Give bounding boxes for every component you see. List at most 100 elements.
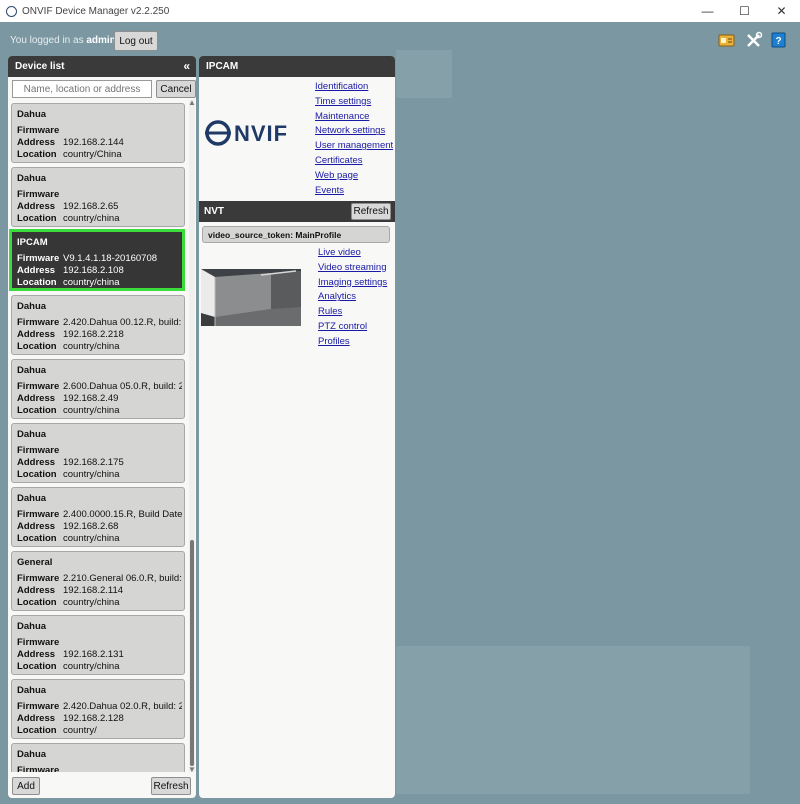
address-label: Address (17, 457, 56, 468)
device-list[interactable]: Dahua Firmware Address 192.168.2.144 Loca… (8, 100, 188, 772)
device-name: Dahua (17, 173, 47, 184)
nvt-header: NVT Refresh (199, 201, 395, 222)
title-bar: ONVIF Device Manager v2.2.250 — ☐ ✕ (0, 0, 800, 22)
link-video-streaming[interactable]: Video streaming (318, 261, 387, 276)
nvt-refresh-button[interactable]: Refresh (351, 203, 391, 220)
address-label: Address (17, 265, 56, 276)
scroll-down-arrow-icon[interactable]: ▼ (188, 765, 196, 774)
device-firmware: V9.1.4.1.18-20160708 (63, 253, 158, 264)
add-device-button[interactable]: Add (12, 777, 40, 795)
device-card[interactable]: Dahua Firmware Address 192.168.2.65 Locat… (11, 167, 185, 227)
firmware-label: Firmware (17, 125, 60, 136)
link-rules[interactable]: Rules (318, 305, 387, 320)
link-live-video[interactable]: Live video (318, 246, 387, 261)
collapse-double-chevron-icon[interactable]: « (183, 59, 190, 73)
user-card-icon[interactable] (718, 31, 736, 49)
nvt-title: NVT (204, 206, 224, 217)
location-label: Location (17, 725, 57, 736)
link-profiles[interactable]: Profiles (318, 335, 387, 350)
device-location: country/china (63, 277, 120, 288)
device-card[interactable]: Dahua Firmware (11, 743, 185, 772)
device-location: country/china (63, 213, 120, 224)
address-label: Address (17, 137, 56, 148)
tools-icon[interactable] (745, 31, 763, 49)
device-address: 192.168.2.68 (63, 521, 119, 532)
device-name: Dahua (17, 109, 47, 120)
device-name: Dahua (17, 365, 47, 376)
location-label: Location (17, 341, 57, 352)
video-source-token[interactable]: video_source_token: MainProfile (202, 226, 390, 243)
login-prefix: You logged in as (10, 35, 84, 46)
link-ptz-control[interactable]: PTZ control (318, 320, 387, 335)
device-firmware: 2.400.0000.15.R, Build Date 2 (63, 509, 182, 520)
close-button[interactable]: ✕ (763, 0, 800, 22)
link-imaging-settings[interactable]: Imaging settings (318, 276, 387, 291)
link-identification[interactable]: Identification (315, 80, 393, 95)
device-card[interactable]: Dahua Firmware Address 192.168.2.131 Loca… (11, 615, 185, 675)
link-time-settings[interactable]: Time settings (315, 95, 393, 110)
device-firmware: 2.420.Dahua 00.12.R, build: 2 (63, 317, 182, 328)
device-detail-title: IPCAM (206, 61, 239, 72)
minimize-button[interactable]: — (689, 0, 726, 22)
device-card[interactable]: Dahua Firmware 2.420.Dahua 00.12.R, build… (11, 295, 185, 355)
location-label: Location (17, 533, 57, 544)
device-card[interactable]: Dahua Firmware 2.400.0000.15.R, Build Dat… (11, 487, 185, 547)
video-preview-thumbnail[interactable] (201, 269, 301, 326)
maximize-button[interactable]: ☐ (726, 0, 763, 22)
device-address: 192.168.2.128 (63, 713, 124, 724)
device-name: Dahua (17, 749, 47, 760)
device-firmware: 2.420.Dahua 02.0.R, build: 20 (63, 701, 182, 712)
device-card[interactable]: Dahua Firmware Address 192.168.2.144 Loca… (11, 103, 185, 163)
device-card[interactable]: Dahua Firmware 2.600.Dahua 05.0.R, build:… (11, 359, 185, 419)
login-user: admin (86, 35, 116, 46)
link-user-management[interactable]: User management (315, 139, 393, 154)
device-location: country/ (63, 725, 97, 736)
device-search-input[interactable] (12, 80, 152, 98)
scroll-up-arrow-icon[interactable]: ▲ (188, 98, 196, 107)
firmware-label: Firmware (17, 445, 60, 456)
address-label: Address (17, 521, 56, 532)
firmware-label: Firmware (17, 637, 60, 648)
logout-button[interactable]: Log out (114, 31, 158, 51)
device-card[interactable]: Dahua Firmware Address 192.168.2.175 Loca… (11, 423, 185, 483)
device-address: 192.168.2.218 (63, 329, 124, 340)
cancel-search-button[interactable]: Cancel (156, 80, 196, 98)
firmware-label: Firmware (17, 317, 60, 328)
address-label: Address (17, 393, 56, 404)
device-detail-panel: IPCAM NVIF Identification Time settings … (199, 56, 395, 798)
device-location: country/china (63, 405, 120, 416)
link-certificates[interactable]: Certificates (315, 154, 393, 169)
background-block (396, 50, 452, 98)
device-name: Dahua (17, 429, 47, 440)
link-web-page[interactable]: Web page (315, 169, 393, 184)
device-location: country/china (63, 597, 120, 608)
device-card[interactable]: Dahua Firmware 2.420.Dahua 02.0.R, build:… (11, 679, 185, 739)
device-name: Dahua (17, 621, 47, 632)
link-events[interactable]: Events (315, 184, 393, 199)
search-row: Cancel (12, 80, 196, 98)
refresh-device-list-button[interactable]: Refresh (151, 777, 191, 795)
help-book-icon[interactable]: ? (770, 31, 788, 49)
link-network-settings[interactable]: Network settings (315, 124, 393, 139)
device-list-scrollbar[interactable]: ▲ ▼ (188, 98, 196, 774)
device-list-panel: Device list « Cancel Dahua Firmware Addr… (8, 56, 196, 798)
address-label: Address (17, 649, 56, 660)
firmware-label: Firmware (17, 701, 60, 712)
link-maintenance[interactable]: Maintenance (315, 110, 393, 125)
link-analytics[interactable]: Analytics (318, 290, 387, 305)
location-label: Location (17, 661, 57, 672)
device-location: country/china (63, 661, 120, 672)
device-card[interactable]: General Firmware 2.210.General 06.0.R, bu… (11, 551, 185, 611)
device-card-selected[interactable]: IPCAM Firmware V9.1.4.1.18-20160708 Addre… (11, 231, 185, 291)
background-block (396, 646, 750, 794)
device-name: Dahua (17, 685, 47, 696)
device-address: 192.168.2.108 (63, 265, 124, 276)
scroll-thumb[interactable] (190, 540, 194, 766)
location-label: Location (17, 469, 57, 480)
device-firmware: 2.210.General 06.0.R, build: 2 (63, 573, 182, 584)
device-list-title: Device list (15, 61, 65, 72)
device-location: country/China (63, 149, 122, 160)
address-label: Address (17, 713, 56, 724)
window-title: ONVIF Device Manager v2.2.250 (22, 5, 170, 17)
top-bar: You logged in as admin Log out ? (0, 22, 800, 56)
